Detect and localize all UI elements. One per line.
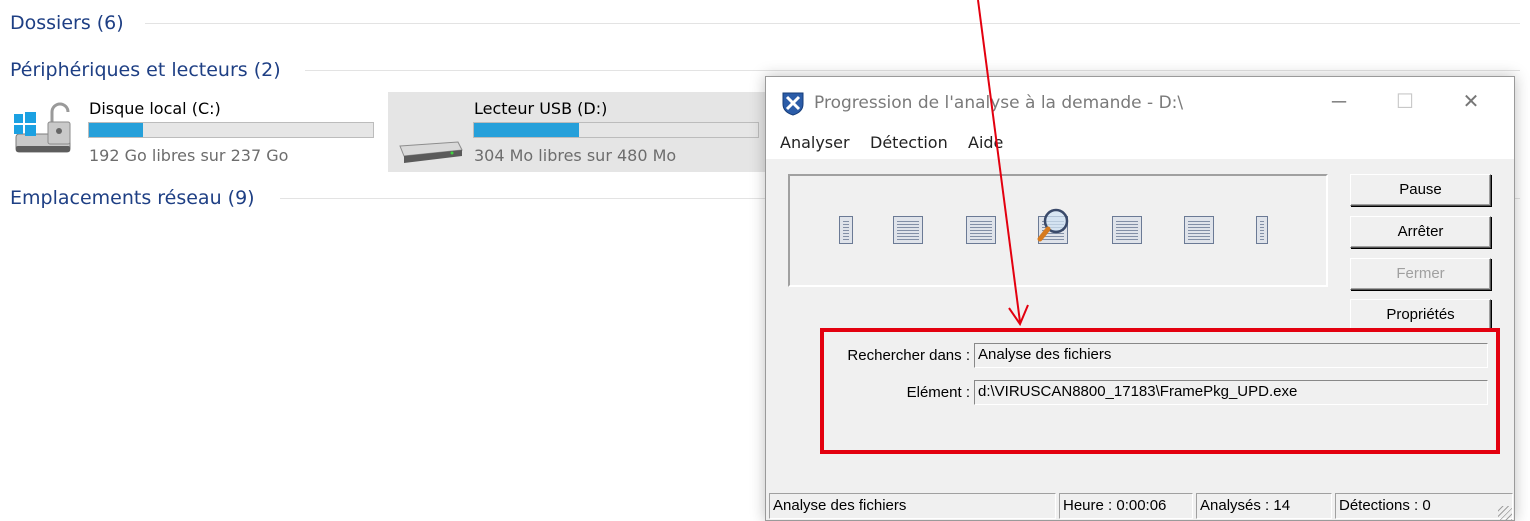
drive-d-free-space: 304 Mo libres sur 480 Mo xyxy=(474,146,677,165)
drive-d-usage-bar xyxy=(473,122,759,138)
close-window-button[interactable]: ✕ xyxy=(1456,89,1486,115)
maximize-button[interactable]: ☐ xyxy=(1390,89,1420,115)
menu-analyser[interactable]: Analyser xyxy=(780,133,850,152)
pause-button[interactable]: Pause xyxy=(1350,174,1491,206)
resize-grip[interactable] xyxy=(1498,506,1512,520)
drive-d[interactable]: Lecteur USB (D:) 304 Mo libres sur 480 M… xyxy=(388,92,766,172)
windows-drive-icon xyxy=(14,102,71,153)
section-devices-label: Périphériques et lecteurs (2) xyxy=(10,59,281,81)
menu-aide[interactable]: Aide xyxy=(968,133,1003,152)
status-time: Heure : 0:00:06 xyxy=(1059,493,1193,519)
status-scanned: Analysés : 14 xyxy=(1196,493,1332,519)
section-network-label: Emplacements réseau (9) xyxy=(10,187,255,209)
scan-progress-dialog: Progression de l'analyse à la demande - … xyxy=(765,76,1515,521)
drive-c-usage-fill xyxy=(89,123,143,137)
document-icon xyxy=(893,216,923,244)
menu-bar: Analyser Détection Aide xyxy=(766,129,1514,159)
document-icon xyxy=(966,216,996,244)
document-icon xyxy=(1256,216,1268,244)
document-icon xyxy=(1184,216,1214,244)
menu-detection[interactable]: Détection xyxy=(870,133,948,152)
section-divider xyxy=(145,23,1520,24)
magnifier-icon xyxy=(1037,208,1069,242)
mcafee-shield-icon xyxy=(782,92,804,116)
drive-d-name: Lecteur USB (D:) xyxy=(474,99,608,118)
annotation-highlight-box xyxy=(820,328,1500,454)
status-detections: Détections : 0 xyxy=(1335,493,1513,519)
drive-c[interactable]: Disque local (C:) 192 Go libres sur 237 … xyxy=(8,90,380,170)
document-icon xyxy=(839,216,853,244)
section-divider xyxy=(305,70,1520,71)
section-folders[interactable]: Dossiers (6) xyxy=(10,9,1520,37)
scan-animation-panel xyxy=(788,174,1328,287)
status-activity: Analyse des fichiers xyxy=(769,493,1056,519)
dialog-title: Progression de l'analyse à la demande - … xyxy=(814,93,1184,113)
title-bar[interactable]: Progression de l'analyse à la demande - … xyxy=(766,77,1514,129)
stop-button[interactable]: Arrêter xyxy=(1350,216,1491,248)
drive-c-usage-bar xyxy=(88,122,374,138)
usb-drive-icon xyxy=(399,141,463,163)
section-folders-label: Dossiers (6) xyxy=(10,12,124,34)
status-bar: Analyse des fichiers Heure : 0:00:06 Ana… xyxy=(766,490,1514,521)
minimize-button[interactable]: ─ xyxy=(1324,89,1354,115)
drive-c-free-space: 192 Go libres sur 237 Go xyxy=(89,146,289,165)
properties-button[interactable]: Propriétés xyxy=(1350,299,1491,331)
document-icon xyxy=(1112,216,1142,244)
close-button[interactable]: Fermer xyxy=(1350,258,1491,290)
drive-d-usage-fill xyxy=(474,123,580,137)
drive-c-name: Disque local (C:) xyxy=(89,99,221,118)
